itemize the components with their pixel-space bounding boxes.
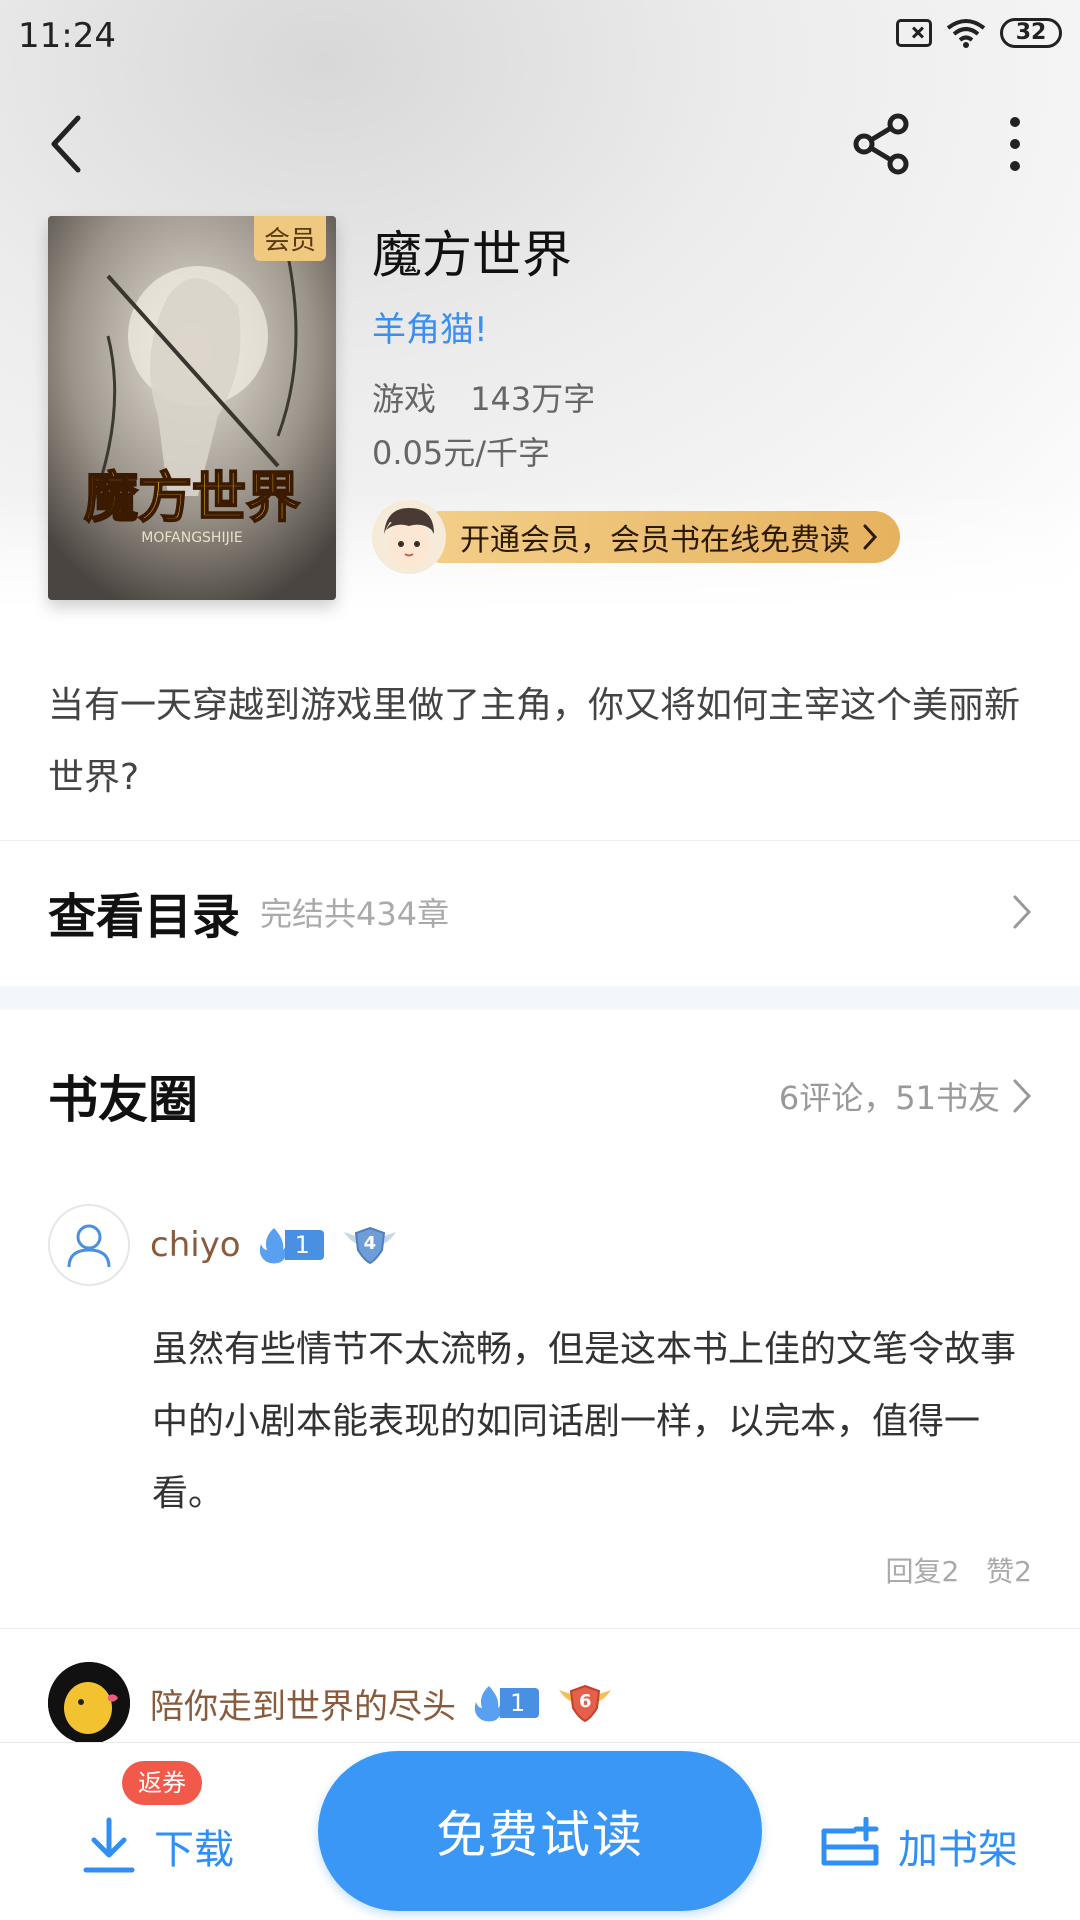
book-circle-stats-text: 6评论，51书友 [778, 1079, 1000, 1117]
comment-username[interactable]: 陪你走到世界的尽头 [150, 1679, 456, 1728]
no-sim-icon [896, 19, 932, 47]
fire-level-badge: 1 [257, 1228, 324, 1264]
comment-username[interactable]: chiyo [150, 1225, 241, 1265]
cover-illustration: 魔方世界 MOFANGSHIJIE [48, 216, 336, 600]
book-word-count: 143万字 [470, 380, 596, 418]
book-circle-header[interactable]: 书友圈 6评论，51书友 [0, 1036, 1080, 1156]
bookshelf-add-icon [821, 1817, 879, 1866]
bottom-action-bar: 下载 返券 免费试读 加书架 [0, 1742, 1080, 1920]
reply-count-button[interactable]: 回复2 [885, 1555, 959, 1588]
book-meta: 游戏 143万字 [372, 376, 1052, 422]
avatar[interactable] [48, 1204, 130, 1286]
user-level-badge: 6 [557, 1682, 613, 1724]
top-toolbar [0, 96, 1080, 196]
vip-banner-pill[interactable]: 开通会员，会员书在线免费读 [416, 511, 900, 563]
book-category: 游戏 [372, 380, 437, 418]
fire-level-badge: 1 [472, 1686, 540, 1722]
coupon-badge: 返券 [122, 1761, 202, 1805]
vip-mascot-avatar [372, 500, 446, 574]
avatar-image [48, 1662, 130, 1744]
add-to-shelf-label: 加书架 [898, 1827, 1018, 1873]
section-separator [0, 986, 1080, 1010]
status-icons: 32 [896, 18, 1062, 48]
divider [0, 840, 1080, 841]
download-button[interactable]: 下载 [82, 1811, 234, 1881]
like-count-button[interactable]: 赞2 [986, 1555, 1032, 1588]
more-vertical-icon [1010, 117, 1020, 171]
user-level-number: 6 [579, 1691, 592, 1712]
add-to-shelf-button[interactable]: 加书架 [820, 1811, 1018, 1881]
chevron-right-icon [1013, 895, 1032, 929]
back-button[interactable] [26, 104, 106, 184]
cover-title-text: 魔方世界 [84, 465, 300, 529]
download-label: 下载 [154, 1827, 234, 1873]
share-icon [853, 113, 909, 175]
vip-banner[interactable]: 开通会员，会员书在线免费读 [372, 500, 900, 574]
status-bar: 11:24 32 [0, 0, 1080, 76]
chevron-right-icon [1013, 1079, 1032, 1113]
battery-indicator: 32 [1000, 18, 1062, 48]
divider [0, 1628, 1080, 1629]
comment-footer: 回复2 赞2 [885, 1550, 1032, 1590]
fire-level-number: 1 [284, 1230, 324, 1260]
book-author-link[interactable]: 羊角猫! [372, 308, 1052, 352]
book-circle-title: 书友圈 [48, 1070, 198, 1129]
chevron-left-icon [51, 115, 81, 173]
table-of-contents-row[interactable]: 查看目录 完结共434章 [0, 842, 1080, 982]
book-cover[interactable]: 魔方世界 MOFANGSHIJIE 会员 [48, 216, 336, 600]
toc-chapter-count: 完结共434章 [260, 895, 450, 933]
comment-item[interactable]: 陪你走到世界的尽头 1 6 [0, 1662, 1080, 1744]
share-button[interactable] [842, 104, 922, 184]
comment-item[interactable]: chiyo 1 4 虽然有些情节不太流畅，但是这本书上佳的文笔令故事中的小剧本能… [0, 1196, 1080, 1626]
avatar[interactable] [48, 1662, 130, 1744]
user-level-badge: 4 [342, 1224, 398, 1266]
toc-title: 查看目录 [48, 889, 241, 945]
book-circle-stats: 6评论，51书友 [779, 1073, 1032, 1119]
book-description: 当有一天穿越到游戏里做了主角，你又将如何主宰这个美丽新世界? [48, 685, 1021, 798]
book-title: 魔方世界 [372, 226, 572, 284]
comment-header: chiyo 1 4 [48, 1204, 398, 1286]
fire-level-number: 1 [500, 1688, 540, 1718]
user-level-number: 4 [363, 1233, 377, 1254]
more-button[interactable] [975, 104, 1055, 184]
book-price: 0.05元/千字 [372, 434, 551, 472]
status-time: 11:24 [18, 16, 116, 56]
book-info: 魔方世界 羊角猫! 游戏 143万字 0.05元/千字 [372, 220, 1052, 476]
user-icon [67, 1224, 111, 1268]
member-tag: 会员 [253, 216, 326, 261]
free-trial-read-button[interactable]: 免费试读 [318, 1751, 762, 1911]
chevron-right-icon [863, 524, 878, 550]
cover-subtitle-text: MOFANGSHIJIE [141, 530, 242, 546]
comment-header: 陪你走到世界的尽头 1 6 [48, 1662, 613, 1744]
wifi-icon [946, 19, 986, 48]
vip-banner-label: 开通会员，会员书在线免费读 [460, 523, 850, 558]
download-icon [83, 1817, 135, 1873]
comment-text: 虽然有些情节不太流畅，但是这本书上佳的文笔令故事中的小剧本能表现的如同话剧一样，… [152, 1329, 1017, 1514]
